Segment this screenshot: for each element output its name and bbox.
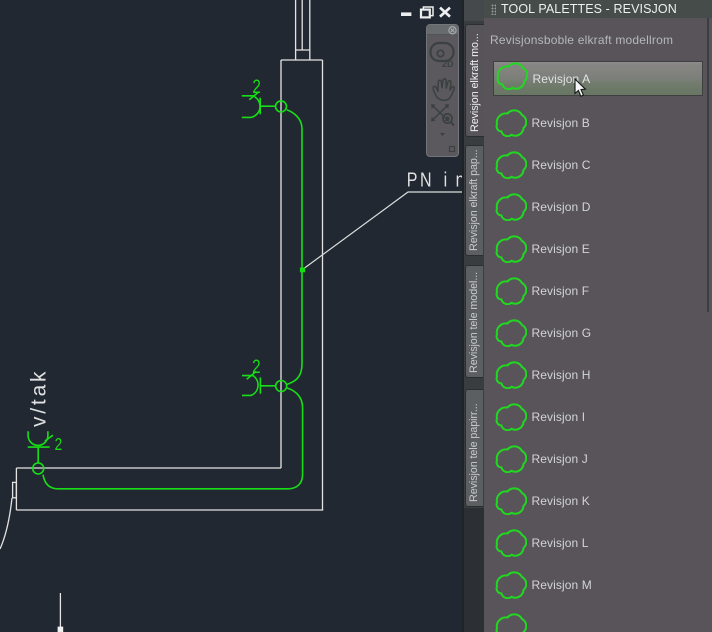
svg-text:v/tak: v/tak xyxy=(28,369,51,427)
svg-text:PNin: PNin xyxy=(407,169,465,191)
svg-text:2D: 2D xyxy=(442,59,454,69)
svg-text:2: 2 xyxy=(252,75,260,97)
svg-text:2: 2 xyxy=(55,435,63,454)
svg-text:2: 2 xyxy=(252,355,260,377)
